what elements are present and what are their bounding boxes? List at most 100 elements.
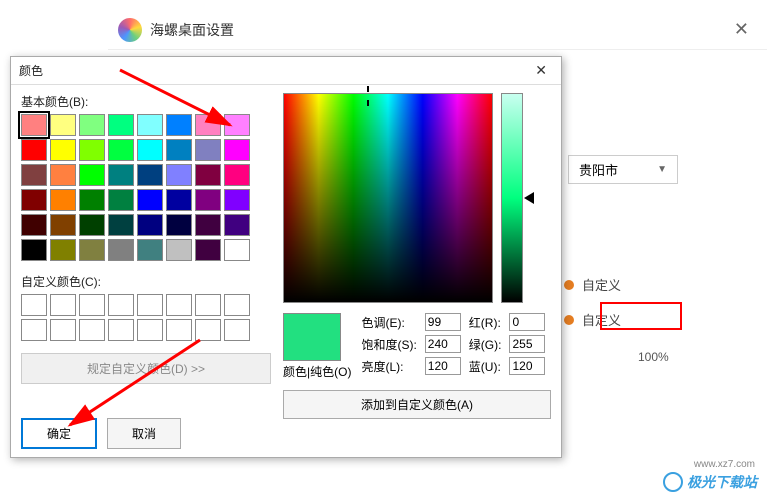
- watermark: 极光下载站: [663, 472, 757, 492]
- city-dropdown[interactable]: 贵阳市 ▼: [568, 155, 678, 184]
- watermark-text: 极光下载站: [687, 472, 757, 492]
- red-label: 红(R):: [469, 314, 502, 331]
- basic-color-swatch[interactable]: [166, 139, 192, 161]
- basic-color-swatch[interactable]: [195, 139, 221, 161]
- green-input[interactable]: [509, 335, 545, 353]
- basic-color-swatch[interactable]: [50, 139, 76, 161]
- basic-color-swatch[interactable]: [224, 164, 250, 186]
- watermark-url: www.xz7.com: [694, 459, 755, 470]
- blue-label: 蓝(U):: [469, 358, 502, 375]
- basic-color-swatch[interactable]: [21, 139, 47, 161]
- basic-color-swatch[interactable]: [224, 214, 250, 236]
- basic-color-swatch[interactable]: [195, 114, 221, 136]
- basic-color-swatch[interactable]: [108, 114, 134, 136]
- basic-color-swatch[interactable]: [50, 114, 76, 136]
- basic-color-swatch[interactable]: [50, 239, 76, 261]
- custom-color-swatch[interactable]: [195, 294, 221, 316]
- basic-color-swatch[interactable]: [79, 189, 105, 211]
- hue-input[interactable]: [425, 313, 461, 331]
- basic-color-swatch[interactable]: [79, 239, 105, 261]
- basic-color-swatch[interactable]: [166, 114, 192, 136]
- basic-color-swatch[interactable]: [79, 139, 105, 161]
- custom-color-swatch[interactable]: [166, 294, 192, 316]
- basic-color-swatch[interactable]: [195, 214, 221, 236]
- define-custom-button[interactable]: 规定自定义颜色(D) >>: [21, 353, 271, 384]
- lum-input[interactable]: [425, 357, 461, 375]
- color-gradient-picker[interactable]: [283, 93, 493, 303]
- basic-color-swatch[interactable]: [224, 239, 250, 261]
- percent-label: 100%: [638, 350, 669, 364]
- custom-color-swatch[interactable]: [137, 319, 163, 341]
- basic-color-swatch[interactable]: [79, 214, 105, 236]
- basic-color-swatch[interactable]: [108, 139, 134, 161]
- custom-color-label: 自定义: [582, 275, 621, 294]
- custom-color-swatch[interactable]: [224, 294, 250, 316]
- basic-color-swatch[interactable]: [137, 114, 163, 136]
- custom-color-swatch[interactable]: [21, 294, 47, 316]
- basic-color-swatch[interactable]: [50, 164, 76, 186]
- custom-color-swatch[interactable]: [108, 294, 134, 316]
- basic-color-swatch[interactable]: [195, 189, 221, 211]
- custom-color-swatch[interactable]: [50, 294, 76, 316]
- settings-close-button[interactable]: ✕: [726, 19, 757, 40]
- city-dropdown-label: 贵阳市: [579, 160, 618, 179]
- basic-color-swatch[interactable]: [195, 239, 221, 261]
- basic-color-swatch[interactable]: [21, 164, 47, 186]
- basic-color-swatch[interactable]: [21, 189, 47, 211]
- basic-color-swatch[interactable]: [137, 139, 163, 161]
- custom-color-swatch[interactable]: [108, 319, 134, 341]
- custom-color-swatch[interactable]: [79, 319, 105, 341]
- custom-color-swatch[interactable]: [224, 319, 250, 341]
- basic-color-swatch[interactable]: [21, 214, 47, 236]
- custom-color-swatch[interactable]: [195, 319, 221, 341]
- basic-color-swatch[interactable]: [224, 189, 250, 211]
- basic-color-swatch[interactable]: [79, 164, 105, 186]
- basic-color-swatch[interactable]: [21, 114, 47, 136]
- basic-color-swatch[interactable]: [21, 239, 47, 261]
- sat-label: 饱和度(S):: [361, 336, 416, 353]
- annotation-highlight-box: [600, 302, 682, 330]
- color-dialog: 颜色 ✕ 基本颜色(B): 自定义颜色(C): 规定自定义颜色(D) >> 确定…: [10, 56, 562, 458]
- basic-color-swatch[interactable]: [137, 164, 163, 186]
- basic-color-swatch[interactable]: [108, 164, 134, 186]
- color-dialog-title: 颜色: [19, 62, 43, 79]
- hue-label: 色调(E):: [361, 314, 416, 331]
- picker-crosshair-icon: [362, 90, 374, 102]
- basic-color-swatch[interactable]: [137, 214, 163, 236]
- settings-title: 海螺桌面设置: [150, 20, 234, 40]
- basic-colors-label: 基本颜色(B):: [21, 93, 271, 110]
- ok-button[interactable]: 确定: [21, 418, 97, 449]
- custom-color-swatch[interactable]: [50, 319, 76, 341]
- custom-colors-label: 自定义颜色(C):: [21, 273, 271, 290]
- color-dot-orange[interactable]: [564, 315, 574, 325]
- red-input[interactable]: [509, 313, 545, 331]
- basic-color-swatch[interactable]: [137, 239, 163, 261]
- custom-color-swatch[interactable]: [166, 319, 192, 341]
- custom-color-swatch[interactable]: [21, 319, 47, 341]
- basic-color-swatch[interactable]: [166, 164, 192, 186]
- custom-color-swatch[interactable]: [79, 294, 105, 316]
- basic-color-swatch[interactable]: [79, 114, 105, 136]
- basic-color-swatch[interactable]: [50, 189, 76, 211]
- green-label: 绿(G):: [469, 336, 502, 353]
- basic-color-swatch[interactable]: [108, 214, 134, 236]
- custom-color-swatch[interactable]: [137, 294, 163, 316]
- sat-input[interactable]: [425, 335, 461, 353]
- color-dialog-close-button[interactable]: ✕: [529, 62, 553, 79]
- blue-input[interactable]: [509, 357, 545, 375]
- basic-color-swatch[interactable]: [108, 239, 134, 261]
- basic-color-swatch[interactable]: [50, 214, 76, 236]
- color-dot-orange[interactable]: [564, 280, 574, 290]
- add-custom-color-button[interactable]: 添加到自定义颜色(A): [283, 390, 551, 419]
- luminance-slider[interactable]: [501, 93, 523, 303]
- basic-color-swatch[interactable]: [195, 164, 221, 186]
- basic-color-swatch[interactable]: [224, 114, 250, 136]
- basic-color-swatch[interactable]: [166, 189, 192, 211]
- basic-color-swatch[interactable]: [108, 189, 134, 211]
- lum-label: 亮度(L):: [361, 358, 416, 375]
- basic-color-swatch[interactable]: [224, 139, 250, 161]
- basic-color-swatch[interactable]: [166, 239, 192, 261]
- cancel-button[interactable]: 取消: [107, 418, 181, 449]
- basic-color-swatch[interactable]: [166, 214, 192, 236]
- basic-color-swatch[interactable]: [137, 189, 163, 211]
